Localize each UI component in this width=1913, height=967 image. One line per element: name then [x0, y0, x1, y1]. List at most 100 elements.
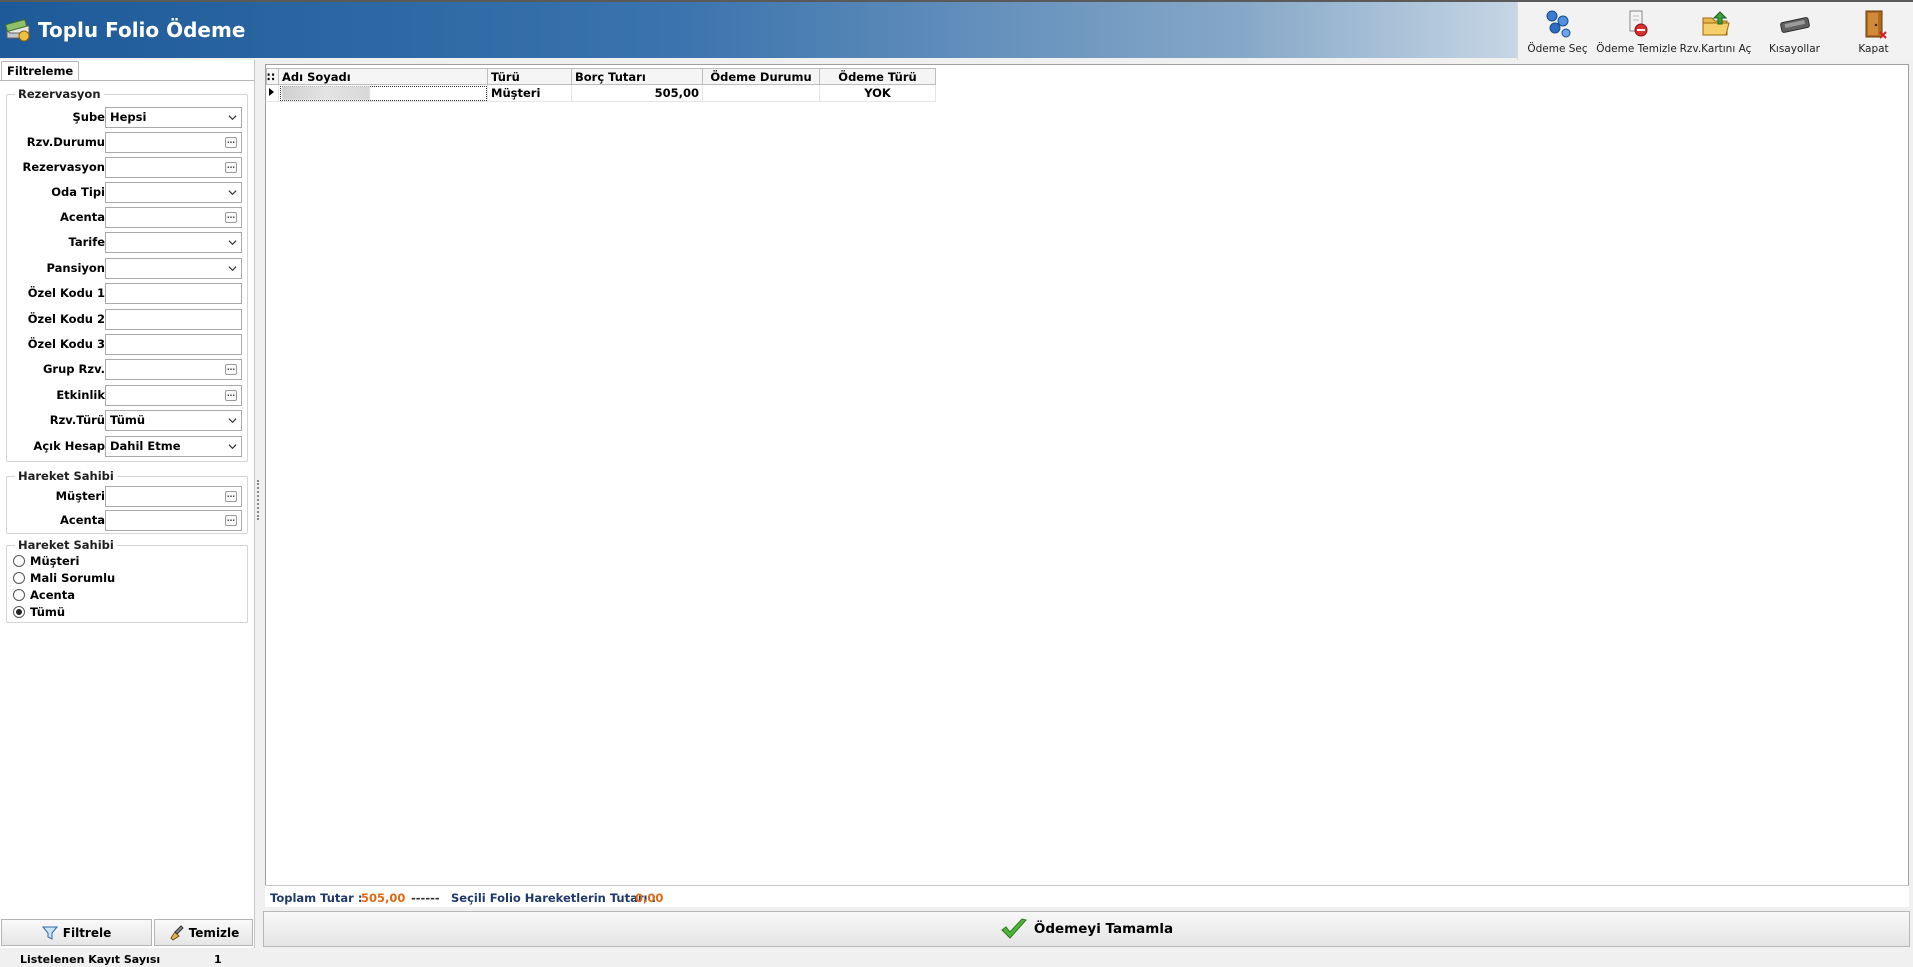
rezervasyon-group: Rezervasyon Şube Hepsi Rzv.Durumu … Reze… [6, 87, 248, 462]
filtrele-button[interactable]: Filtrele [1, 919, 152, 946]
acenta-row: Acenta … [7, 206, 247, 228]
radio-circle[interactable] [13, 572, 25, 584]
acenta-field[interactable]: … [105, 207, 242, 228]
acik-hesap-row: Açık Hesap Dahil Etme [7, 435, 247, 457]
rezervasyon-row: Rezervasyon … [7, 156, 247, 178]
filter-icon [41, 926, 58, 940]
hareket-sahibi-radio-group: Hareket Sahibi Müşteri Mali Sorumlu Acen… [6, 538, 248, 623]
splitter[interactable] [256, 60, 262, 948]
title-bar: Toplu Folio Ödeme Ödeme Seç Ödeme Temizl… [0, 0, 1913, 60]
radio-circle-selected[interactable] [13, 606, 25, 618]
grup-rzv-field[interactable]: … [105, 359, 242, 380]
radio-acenta[interactable]: Acenta [13, 587, 75, 603]
status-bar: Listelenen Kayıt Sayısı 1 [0, 950, 1913, 967]
pansiyon-dropdown[interactable] [105, 258, 242, 279]
ellipsis-button[interactable]: … [225, 364, 237, 375]
cell-odeme-durumu[interactable] [702, 84, 820, 102]
odeme-sec-button[interactable]: Ödeme Seç [1518, 2, 1597, 60]
filter-panel: Filtreleme Rezervasyon Şube Hepsi Rzv.Du… [0, 60, 255, 948]
kapat-button[interactable]: Kapat [1834, 2, 1913, 60]
row-selector-header[interactable]: ∷ [266, 68, 279, 85]
col-turu[interactable]: Türü [487, 68, 572, 85]
payment-grid: ∷ Adı Soyadı Türü Borç Tutarı Ödeme Duru… [265, 64, 1909, 906]
summary-separator: ------ [411, 891, 440, 905]
ozel-kodu-1-row: Özel Kodu 1 [7, 282, 247, 304]
select-payment-icon [1546, 10, 1570, 38]
cell-turu[interactable]: Müşteri [487, 84, 572, 102]
sube-row: Şube Hepsi [7, 106, 247, 128]
secili-value: 0,00 [635, 891, 664, 905]
open-folder-icon [1702, 11, 1730, 36]
splitter-grip[interactable] [257, 480, 260, 520]
ozel-kodu-3-input[interactable] [105, 334, 242, 355]
temizle-button[interactable]: Temizle [154, 919, 253, 946]
radio-musteri[interactable]: Müşteri [13, 553, 79, 569]
row-indicator [266, 84, 279, 102]
table-row[interactable]: Müşteri 505,00 YOK [266, 84, 936, 102]
record-count-label: Listelenen Kayıt Sayısı [20, 953, 161, 966]
tarife-dropdown[interactable] [105, 232, 242, 253]
ellipsis-button[interactable]: … [225, 212, 237, 223]
rezervasyon-group-title: Rezervasyon [15, 87, 104, 101]
chevron-down-icon [228, 418, 237, 424]
hs-acenta-field[interactable]: … [105, 510, 242, 531]
eraser-brush-icon [170, 924, 184, 941]
tarife-row: Tarife [7, 231, 247, 253]
odemeyi-tamamla-button[interactable]: Ödemeyi Tamamla [263, 911, 1910, 947]
col-odeme-turu[interactable]: Ödeme Türü [819, 68, 936, 85]
sube-dropdown[interactable]: Hepsi [105, 107, 242, 128]
summary-bar: Toplam Tutar : 505,00 ------ Seçili Foli… [265, 885, 1909, 907]
secili-label: Seçili Folio Hareketlerin Tutarı : [451, 891, 657, 905]
chevron-down-icon [228, 240, 237, 246]
hs-musteri-field[interactable]: … [105, 486, 242, 507]
radio-circle[interactable] [13, 555, 25, 567]
hs-musteri-row: Müşteri … [7, 485, 247, 507]
rzv-turu-dropdown[interactable]: Tümü [105, 410, 242, 431]
kisayollar-button[interactable]: Kısayollar [1755, 2, 1834, 60]
grup-rzv-row: Grup Rzv. … [7, 358, 247, 380]
rezervasyon-field[interactable]: … [105, 157, 242, 178]
toolbar: Ödeme Seç Ödeme Temizle Rzv.Kartını Aç K… [1517, 2, 1913, 60]
ozel-kodu-1-input[interactable] [105, 283, 242, 304]
col-odeme-durumu[interactable]: Ödeme Durumu [702, 68, 820, 85]
clear-payment-icon [1629, 10, 1647, 37]
radio-mali-sorumlu[interactable]: Mali Sorumlu [13, 570, 115, 586]
col-borc-tutari[interactable]: Borç Tutarı [571, 68, 703, 85]
ellipsis-button[interactable]: … [225, 491, 237, 502]
record-count-value: 1 [214, 953, 222, 966]
ellipsis-button[interactable]: … [225, 390, 237, 401]
oda-tipi-row: Oda Tipi [7, 181, 247, 203]
ellipsis-button[interactable]: … [225, 515, 237, 526]
ozel-kodu-3-row: Özel Kodu 3 [7, 333, 247, 355]
ozel-kodu-2-input[interactable] [105, 309, 242, 330]
radio-tumu[interactable]: Tümü [13, 604, 65, 620]
redacted-name [282, 86, 370, 101]
rzv-karti-ac-button[interactable]: Rzv.Kartını Aç [1676, 2, 1755, 60]
ellipsis-button[interactable]: … [225, 137, 237, 148]
etkinlik-field[interactable]: … [105, 385, 242, 406]
col-adi-soyadi[interactable]: Adı Soyadı [278, 68, 488, 85]
rzv-durumu-row: Rzv.Durumu … [7, 131, 247, 153]
chevron-down-icon [228, 115, 237, 121]
radio-circle[interactable] [13, 589, 25, 601]
etkinlik-row: Etkinlik … [7, 384, 247, 406]
keyboard-icon [1779, 17, 1810, 33]
rzv-durumu-field[interactable]: … [105, 132, 242, 153]
odeme-temizle-button[interactable]: Ödeme Temizle [1596, 2, 1677, 60]
toplam-label: Toplam Tutar : [270, 891, 363, 905]
toplam-value: 505,00 [361, 891, 406, 905]
cell-odeme-turu[interactable]: YOK [819, 84, 936, 102]
oda-tipi-dropdown[interactable] [105, 182, 242, 203]
window-title: Toplu Folio Ödeme [38, 18, 246, 42]
row-pointer-icon [268, 88, 274, 96]
acik-hesap-dropdown[interactable]: Dahil Etme [105, 436, 242, 457]
cell-borc-tutari[interactable]: 505,00 [571, 84, 703, 102]
rzv-turu-row: Rzv.Türü Tümü [7, 409, 247, 431]
pansiyon-row: Pansiyon [7, 257, 247, 279]
ellipsis-button[interactable]: … [225, 162, 237, 173]
tab-filtreleme[interactable]: Filtreleme [1, 61, 80, 81]
hs-acenta-row: Acenta … [7, 509, 247, 531]
cell-adi-soyadi[interactable] [278, 84, 488, 102]
exit-door-icon [1865, 10, 1887, 39]
chevron-down-icon [228, 266, 237, 272]
